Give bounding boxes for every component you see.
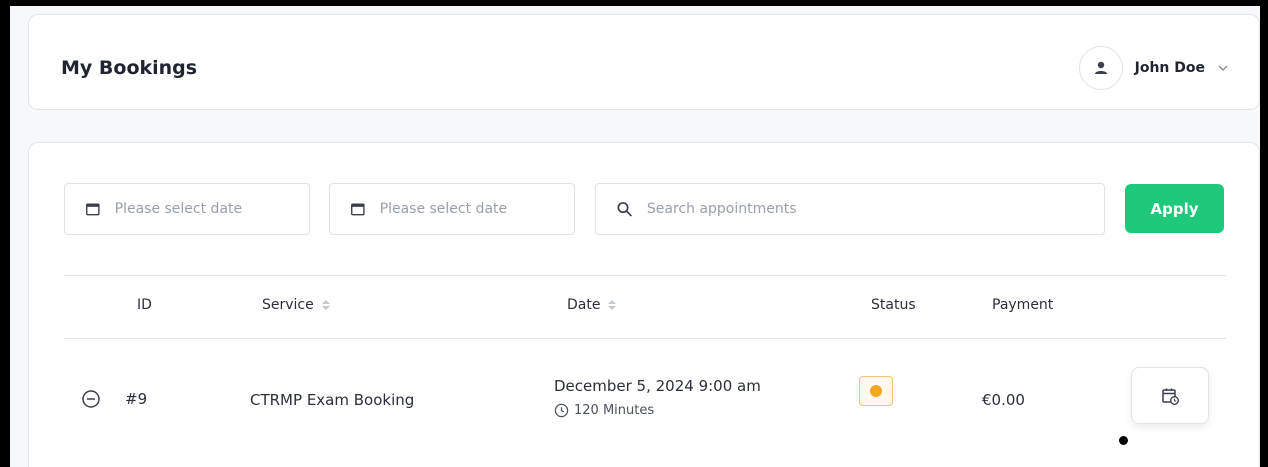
search-input[interactable] bbox=[646, 201, 1104, 217]
booking-duration-wrap: 120 Minutes bbox=[554, 403, 654, 418]
status-dot bbox=[870, 385, 882, 397]
sort-icon[interactable] bbox=[608, 300, 617, 310]
search-icon bbox=[617, 202, 632, 217]
column-header-service[interactable]: Service bbox=[262, 297, 330, 313]
page: My Bookings John Doe Please select date … bbox=[10, 6, 1260, 467]
column-header-label: Service bbox=[262, 297, 314, 313]
end-date-field[interactable] bbox=[329, 183, 575, 235]
booking-duration: 120 Minutes bbox=[574, 403, 655, 418]
page-header: My Bookings John Doe bbox=[28, 14, 1260, 110]
cursor-dot bbox=[1119, 436, 1128, 445]
calendar-icon bbox=[86, 203, 100, 216]
collapse-row-icon[interactable] bbox=[81, 389, 101, 413]
start-date-input[interactable] bbox=[114, 201, 309, 217]
booking-id: #9 bbox=[125, 390, 148, 408]
booking-payment: €0.00 bbox=[982, 391, 1025, 409]
column-header-date[interactable]: Date bbox=[567, 297, 617, 313]
reschedule-button[interactable] bbox=[1131, 367, 1209, 424]
calendar-clock-icon bbox=[1162, 388, 1179, 405]
bookings-panel: Apply ID Service Date Status Payment #9 … bbox=[28, 142, 1260, 467]
user-menu[interactable]: John Doe bbox=[1078, 45, 1229, 91]
status-badge bbox=[859, 376, 893, 406]
apply-button[interactable]: Apply bbox=[1125, 184, 1224, 233]
calendar-icon bbox=[351, 203, 365, 216]
column-header-payment: Payment bbox=[992, 297, 1054, 313]
column-header-status: Status bbox=[871, 297, 916, 313]
page-title: My Bookings bbox=[61, 57, 198, 79]
start-date-field[interactable] bbox=[64, 183, 310, 235]
sort-icon[interactable] bbox=[321, 300, 330, 310]
column-header-label: Date bbox=[567, 297, 601, 313]
user-icon bbox=[1094, 61, 1107, 74]
user-name[interactable]: John Doe bbox=[1135, 60, 1205, 76]
column-header-id: ID bbox=[137, 297, 152, 313]
table-header-divider bbox=[64, 338, 1226, 339]
chevron-down-icon[interactable] bbox=[1217, 64, 1229, 72]
end-date-input[interactable] bbox=[379, 201, 574, 217]
clock-icon bbox=[554, 403, 569, 418]
search-field[interactable] bbox=[595, 183, 1105, 235]
booking-service: CTRMP Exam Booking bbox=[250, 391, 415, 409]
table-top-divider bbox=[64, 275, 1226, 276]
avatar[interactable] bbox=[1078, 46, 1123, 90]
booking-date: December 5, 2024 9:00 am bbox=[554, 377, 761, 395]
